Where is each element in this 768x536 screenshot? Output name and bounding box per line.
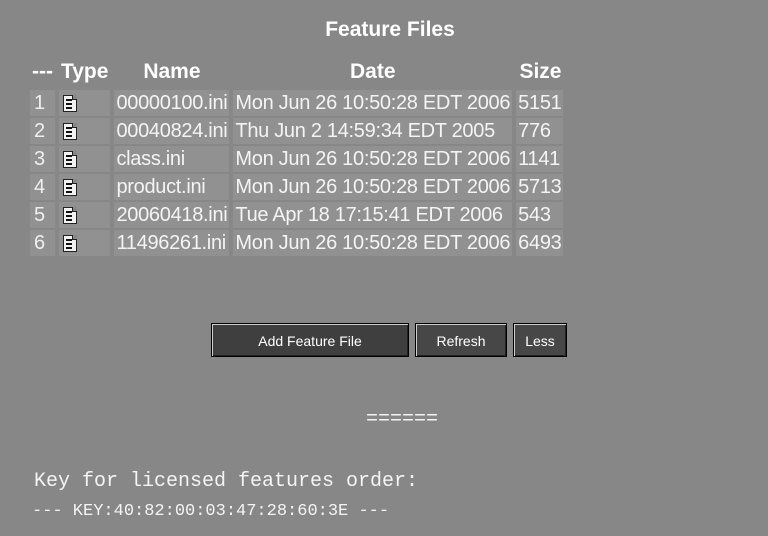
file-date: Mon Jun 26 10:50:28 EDT 2006: [233, 230, 513, 256]
panel-title: Feature Files: [325, 18, 455, 41]
file-size: 5151: [516, 90, 564, 116]
file-icon[interactable]: [62, 122, 77, 140]
table-header-row: --- Type Name Date Size: [30, 56, 563, 88]
table-row[interactable]: 4 product.ini Mon Jun 26 10:50:28 EDT 20…: [30, 174, 564, 200]
column-header-type: Type: [60, 60, 109, 83]
row-number: 5: [30, 202, 55, 228]
table-row[interactable]: 5 20060418.ini Tue Apr 18 17:15:41 EDT 2…: [30, 202, 564, 228]
column-header-date: Date: [350, 60, 396, 83]
table-row[interactable]: 2 00040824.ini Thu Jun 2 14:59:34 EDT 20…: [30, 118, 564, 144]
separator-line: ======: [366, 408, 439, 431]
file-date: Mon Jun 26 10:50:28 EDT 2006: [233, 146, 513, 172]
type-cell: [58, 118, 111, 144]
table-row[interactable]: 3 class.ini Mon Jun 26 10:50:28 EDT 2006…: [30, 146, 564, 172]
license-key-value: --- KEY:40:82:00:03:47:28:60:3E ---: [32, 502, 390, 521]
row-number: 1: [30, 90, 55, 116]
less-button[interactable]: Less: [513, 323, 567, 357]
type-cell: [58, 202, 111, 228]
file-name[interactable]: class.ini: [114, 146, 230, 172]
file-icon[interactable]: [62, 150, 77, 168]
file-size: 5713: [516, 174, 564, 200]
type-cell: [58, 174, 111, 200]
type-cell: [58, 90, 111, 116]
file-date: Tue Apr 18 17:15:41 EDT 2006: [233, 202, 513, 228]
file-date: Mon Jun 26 10:50:28 EDT 2006: [233, 174, 513, 200]
file-size: 6493: [516, 230, 564, 256]
row-number: 4: [30, 174, 55, 200]
table-row[interactable]: 1 00000100.ini Mon Jun 26 10:50:28 EDT 2…: [30, 90, 564, 116]
file-icon[interactable]: [62, 206, 77, 224]
row-number: 3: [30, 146, 55, 172]
column-header-num: ---: [32, 60, 53, 83]
file-size: 1141: [516, 146, 564, 172]
feature-files-table: --- Type Name Date Size 1 00000100.ini M…: [26, 54, 567, 258]
file-icon[interactable]: [62, 178, 77, 196]
row-number: 2: [30, 118, 55, 144]
file-date: Thu Jun 2 14:59:34 EDT 2005: [233, 118, 513, 144]
file-icon[interactable]: [62, 94, 77, 112]
column-header-name: Name: [143, 60, 201, 83]
add-feature-file-button[interactable]: Add Feature File: [211, 323, 409, 357]
file-date: Mon Jun 26 10:50:28 EDT 2006: [233, 90, 513, 116]
file-size: 776: [516, 118, 564, 144]
file-size: 543: [516, 202, 564, 228]
file-name[interactable]: 00000100.ini: [114, 90, 230, 116]
file-name[interactable]: product.ini: [114, 174, 230, 200]
column-header-size: Size: [519, 60, 562, 83]
file-icon[interactable]: [62, 234, 77, 252]
row-number: 6: [30, 230, 55, 256]
file-name[interactable]: 20060418.ini: [114, 202, 230, 228]
refresh-button[interactable]: Refresh: [415, 323, 507, 357]
feature-files-panel: Feature Files --- Type Name Date Size 1 …: [0, 0, 768, 536]
type-cell: [58, 146, 111, 172]
file-name[interactable]: 00040824.ini: [114, 118, 230, 144]
file-name[interactable]: 11496261.ini: [114, 230, 230, 256]
license-key-label: Key for licensed features order:: [34, 470, 419, 493]
type-cell: [58, 230, 111, 256]
table-row[interactable]: 6 11496261.ini Mon Jun 26 10:50:28 EDT 2…: [30, 230, 564, 256]
